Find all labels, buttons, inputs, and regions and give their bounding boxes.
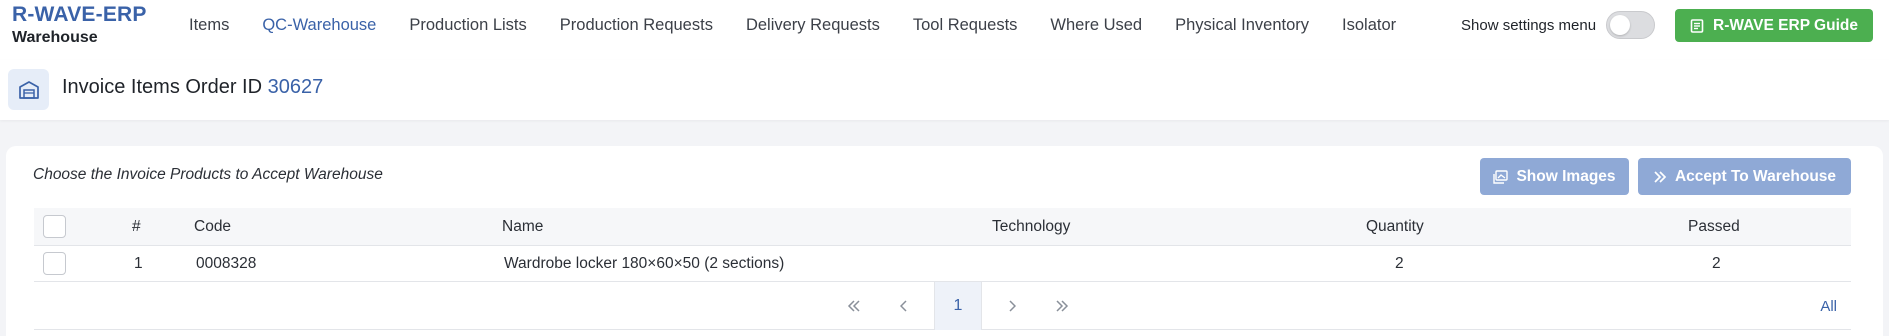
column-header-passed[interactable]: Passed <box>1688 208 1740 245</box>
top-navbar: R-WAVE-ERP Warehouse Items QC-Warehouse … <box>0 0 1889 60</box>
table-row[interactable]: 1 0008328 Wardrobe locker 180×60×50 (2 s… <box>34 246 1851 282</box>
double-chevron-right-icon <box>1654 170 1667 183</box>
accept-to-warehouse-button[interactable]: Accept To Warehouse <box>1638 158 1851 195</box>
erp-guide-label: R-WAVE ERP Guide <box>1713 16 1858 34</box>
settings-toggle[interactable] <box>1606 11 1656 39</box>
accept-to-warehouse-label: Accept To Warehouse <box>1674 167 1837 185</box>
prev-page-button[interactable] <box>884 282 924 330</box>
next-page-button[interactable] <box>992 282 1032 330</box>
chevron-right-icon <box>1009 300 1016 312</box>
images-icon <box>1493 169 1509 184</box>
nav-item-items[interactable]: Items <box>189 16 229 35</box>
main-nav: Items QC-Warehouse Production Lists Prod… <box>189 0 1429 50</box>
select-all-cell <box>43 208 66 245</box>
nav-item-tool-requests[interactable]: Tool Requests <box>913 16 1018 35</box>
brand-name: R-WAVE-ERP <box>12 3 147 26</box>
nav-item-where-used[interactable]: Where Used <box>1050 16 1142 35</box>
page-title-text: Invoice Items Order ID <box>62 76 263 98</box>
pagination: 1 All <box>34 282 1851 330</box>
column-header-name[interactable]: Name <box>502 208 543 245</box>
card-subtitle: Choose the Invoice Products to Accept Wa… <box>33 166 383 183</box>
double-chevron-right-icon <box>1056 300 1069 312</box>
last-page-button[interactable] <box>1042 282 1082 330</box>
order-id: 30627 <box>267 76 324 98</box>
book-icon <box>1690 18 1704 33</box>
nav-item-physical-inventory[interactable]: Physical Inventory <box>1175 16 1309 35</box>
page-title: Invoice Items Order ID 30627 <box>62 76 323 99</box>
brand[interactable]: R-WAVE-ERP Warehouse <box>12 2 147 48</box>
page-size-selector[interactable]: All <box>1820 282 1837 330</box>
row-name: Wardrobe locker 180×60×50 (2 sections) <box>504 254 785 272</box>
table-header: # Code Name Technology Quantity Passed <box>34 208 1851 246</box>
column-header-quantity[interactable]: Quantity <box>1366 208 1424 245</box>
row-code: 0008328 <box>196 254 257 272</box>
invoice-items-card: Choose the Invoice Products to Accept Wa… <box>6 146 1883 336</box>
row-select-cell <box>43 246 66 281</box>
nav-item-production-lists[interactable]: Production Lists <box>409 16 526 35</box>
erp-guide-button[interactable]: R-WAVE ERP Guide <box>1675 9 1873 42</box>
page-header: Invoice Items Order ID 30627 <box>0 60 1889 120</box>
brand-module: Warehouse <box>12 29 98 46</box>
items-table: # Code Name Technology Quantity Passed 1… <box>34 208 1851 330</box>
row-checkbox[interactable] <box>43 252 66 275</box>
toggle-knob <box>1610 15 1631 35</box>
show-images-button[interactable]: Show Images <box>1480 158 1629 195</box>
nav-item-delivery-requests[interactable]: Delivery Requests <box>746 16 880 35</box>
column-header-technology[interactable]: Technology <box>992 208 1070 245</box>
nav-item-isolator[interactable]: Isolator <box>1342 16 1396 35</box>
first-page-button[interactable] <box>834 282 874 330</box>
column-header-num: # <box>132 217 141 235</box>
settings-toggle-group: Show settings menu <box>1461 9 1656 41</box>
settings-toggle-label: Show settings menu <box>1461 16 1597 34</box>
double-chevron-left-icon <box>847 300 860 312</box>
row-number: 1 <box>134 254 143 272</box>
row-passed: 2 <box>1712 254 1721 272</box>
row-quantity: 2 <box>1395 254 1404 272</box>
show-images-label: Show Images <box>1516 167 1616 185</box>
chevron-left-icon <box>900 300 907 312</box>
nav-item-qc-warehouse[interactable]: QC-Warehouse <box>262 16 376 35</box>
page-number-button[interactable]: 1 <box>934 282 982 330</box>
nav-item-production-requests[interactable]: Production Requests <box>560 16 713 35</box>
select-all-checkbox[interactable] <box>43 215 66 238</box>
column-header-code[interactable]: Code <box>194 208 231 245</box>
warehouse-icon <box>8 69 49 110</box>
